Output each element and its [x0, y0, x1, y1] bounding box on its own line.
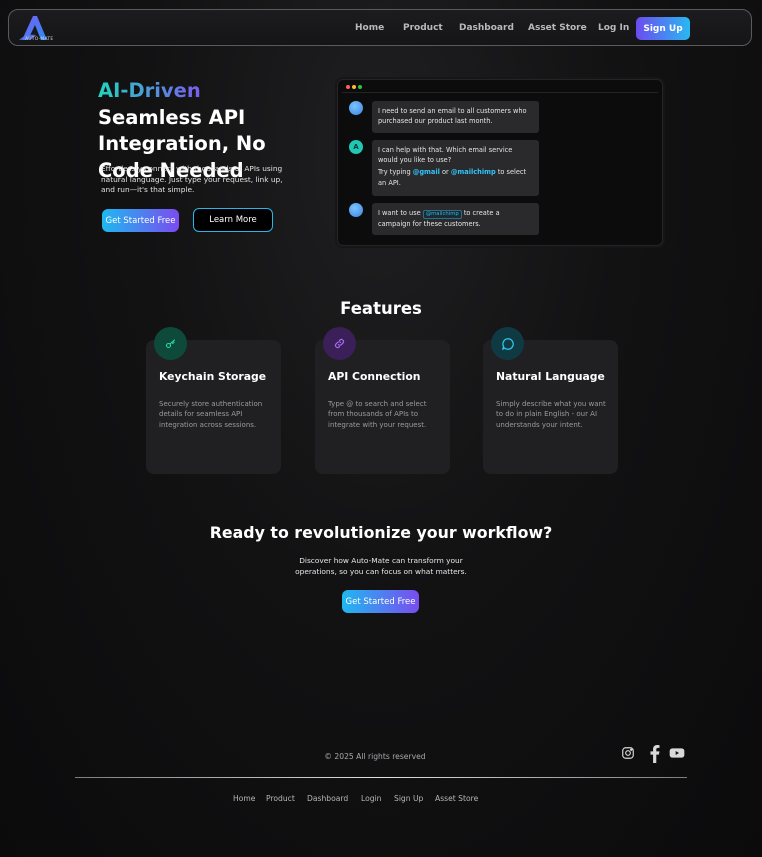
nav-asset-store-link[interactable]: Asset Store: [528, 23, 587, 33]
feature-card-api-connection: API Connection Type @ to search and sele…: [315, 327, 450, 474]
nav-dashboard-link[interactable]: Dashboard: [459, 23, 514, 33]
learn-more-button[interactable]: Learn More: [193, 208, 273, 232]
hint-mid: or: [439, 168, 451, 177]
chat-bubble-icon: [491, 327, 524, 360]
feature-description: Simply describe what you want to do in p…: [496, 400, 606, 429]
feature-card-natural-language: Natural Language Simply describe what yo…: [483, 327, 618, 474]
instagram-icon[interactable]: [621, 745, 637, 761]
link-icon: [323, 327, 356, 360]
hero-subtitle: Effortlessly connect with thousands of A…: [101, 164, 283, 195]
footer-product-link[interactable]: Product: [266, 794, 295, 803]
hero-title-highlight: AI-Driven: [98, 79, 201, 102]
chat-messages: I need to send an email to all customers…: [342, 92, 658, 243]
signup-button[interactable]: Sign Up: [636, 17, 690, 40]
footer-login-link[interactable]: Login: [361, 794, 382, 803]
logo-text: AUTO-MATE: [25, 37, 54, 42]
feature-title: Natural Language: [496, 370, 605, 383]
footer-divider: [75, 777, 687, 778]
user-avatar: [349, 203, 363, 217]
gmail-mention: @gmail: [412, 168, 440, 177]
copyright-text: © 2025 All rights reserved: [324, 752, 426, 761]
feature-card-keychain: Keychain Storage Securely store authenti…: [146, 327, 281, 474]
chat-message-user: I need to send an email to all customers…: [372, 101, 539, 133]
mailchimp-tag: @mailchimp: [422, 210, 462, 219]
window-minimize-dot: [352, 85, 356, 89]
footer-signup-link[interactable]: Sign Up: [394, 794, 423, 803]
chat-message-bot: I can help with that. Which email servic…: [372, 140, 539, 196]
cta-heading: Ready to revolutionize your workflow?: [209, 523, 553, 542]
top-navbar: AUTO-MATE Home Product Dashboard Asset S…: [8, 9, 752, 46]
nav-home-link[interactable]: Home: [355, 23, 384, 33]
key-icon: [154, 327, 187, 360]
bot-message-hint: Try typing @gmail or @mailchimp to selec…: [378, 167, 533, 187]
bot-message-text: I can help with that. Which email servic…: [378, 146, 513, 165]
bot-avatar: A: [349, 140, 363, 154]
footer-asset-store-link[interactable]: Asset Store: [435, 794, 478, 803]
nav-login-link[interactable]: Log In: [598, 23, 629, 33]
hint-prefix: Try typing: [378, 168, 413, 177]
features-heading: Features: [340, 299, 422, 318]
cta-get-started-button[interactable]: Get Started Free: [342, 590, 419, 613]
feature-description: Securely store authentication details fo…: [159, 400, 263, 429]
youtube-icon[interactable]: [669, 745, 685, 761]
window-maximize-dot: [358, 85, 362, 89]
footer-home-link[interactable]: Home: [233, 794, 255, 803]
cta-subtitle: Discover how Auto-Mate can transform you…: [295, 556, 467, 576]
nav-product-link[interactable]: Product: [403, 23, 443, 33]
feature-description: Type @ to search and select from thousan…: [328, 400, 427, 429]
feature-title: API Connection: [328, 370, 421, 383]
footer-dashboard-link[interactable]: Dashboard: [307, 794, 348, 803]
mailchimp-mention: @mailchimp: [450, 168, 496, 177]
chat-preview-window: I need to send an email to all customers…: [337, 79, 663, 246]
user-message-prefix: I want to use: [378, 209, 423, 217]
feature-title: Keychain Storage: [159, 370, 267, 383]
get-started-button[interactable]: Get Started Free: [102, 209, 179, 232]
facebook-icon[interactable]: [647, 745, 663, 763]
user-avatar: [349, 101, 363, 115]
window-close-dot: [346, 85, 350, 89]
chat-message-user: I want to use @mailchimp to create a cam…: [372, 203, 539, 235]
